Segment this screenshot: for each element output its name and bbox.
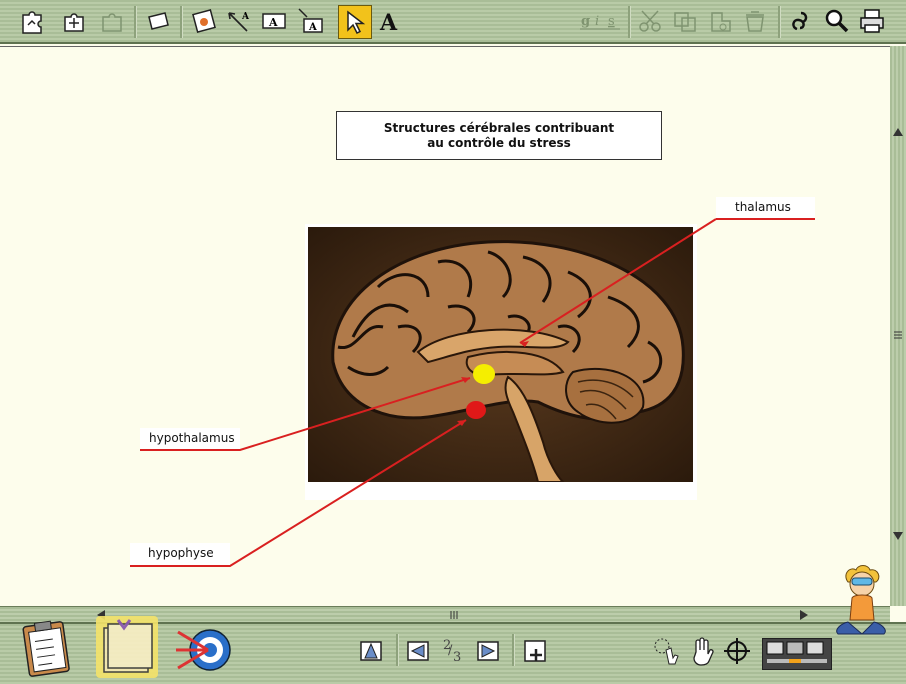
toolbar-separator [396, 634, 399, 666]
add-slide-icon[interactable] [521, 636, 551, 666]
scroll-right-icon [800, 610, 808, 620]
svg-text:g: g [581, 14, 590, 29]
svg-text:A: A [379, 10, 398, 35]
bottom-toolbar: 2 / 3 [0, 616, 906, 684]
trash-icon [740, 6, 770, 36]
pointer-icon[interactable] [338, 5, 372, 39]
top-toolbar: A A A A gis [0, 0, 906, 44]
toolbar-separator [628, 6, 631, 38]
magnifier-icon[interactable] [822, 6, 852, 36]
label-hypothalamus-text: hypothalamus [149, 431, 235, 445]
paste-icon [705, 6, 735, 36]
next-page-icon[interactable] [472, 636, 502, 666]
label-hypophyse-text: hypophyse [148, 546, 214, 560]
label-hypophyse[interactable]: hypophyse [130, 543, 230, 567]
previous-page-icon[interactable] [404, 636, 434, 666]
puzzle-add-icon[interactable] [60, 6, 90, 36]
slide-title-box[interactable]: Structures cérébrales contribuant au con… [336, 111, 662, 160]
svg-text:A: A [308, 22, 317, 33]
svg-text:A: A [241, 12, 250, 22]
mascot-character[interactable] [830, 564, 890, 638]
brain-section-image [308, 227, 693, 482]
puzzle-disabled-icon [98, 6, 128, 36]
select-hand-icon[interactable] [652, 636, 682, 666]
copy-icon [670, 6, 700, 36]
slide-navigator-panel[interactable] [762, 638, 832, 670]
svg-text:i: i [595, 14, 599, 29]
previous-slide-up-icon[interactable] [356, 636, 386, 666]
scissors-icon [636, 6, 666, 36]
label-thalamus-text: thalamus [735, 200, 791, 214]
svg-text:A: A [268, 16, 278, 29]
scroll-up-icon [893, 128, 903, 136]
text-style-icon[interactable]: A [374, 6, 404, 36]
toolbar-separator [180, 6, 183, 38]
format-letters: gis [578, 6, 622, 36]
label-hypothalamus[interactable]: hypothalamus [140, 428, 240, 451]
puzzle-icon[interactable] [18, 6, 48, 36]
hand-pan-icon[interactable] [688, 636, 718, 666]
text-box-icon[interactable]: A [259, 6, 289, 36]
slide-title-line2: au contrôle du stress [427, 135, 571, 150]
arrow-text-box-icon[interactable]: A [295, 6, 325, 36]
notes-icon[interactable] [96, 616, 158, 678]
page-total: 3 [453, 650, 462, 665]
slide-title-line1: Structures cérébrales contribuant [383, 120, 615, 135]
eraser-icon[interactable] [143, 6, 173, 36]
page-indicator: 2 / 3 [443, 638, 462, 665]
crosshair-icon[interactable] [722, 636, 752, 666]
toolbar-separator [778, 6, 781, 38]
label-thalamus[interactable]: thalamus [716, 197, 815, 220]
scroll-down-icon [893, 532, 903, 540]
toolbar-separator [134, 6, 137, 38]
arrow-label-icon[interactable]: A [224, 6, 254, 36]
picture-icon[interactable] [189, 6, 219, 36]
target-icon[interactable] [172, 622, 234, 678]
toolbar-separator [512, 634, 515, 666]
svg-text:s: s [608, 14, 615, 29]
vertical-scrollbar[interactable] [890, 46, 906, 606]
link-icon[interactable] [786, 6, 816, 36]
printer-icon[interactable] [857, 6, 887, 36]
clipboard-checklist-icon[interactable] [22, 618, 74, 678]
